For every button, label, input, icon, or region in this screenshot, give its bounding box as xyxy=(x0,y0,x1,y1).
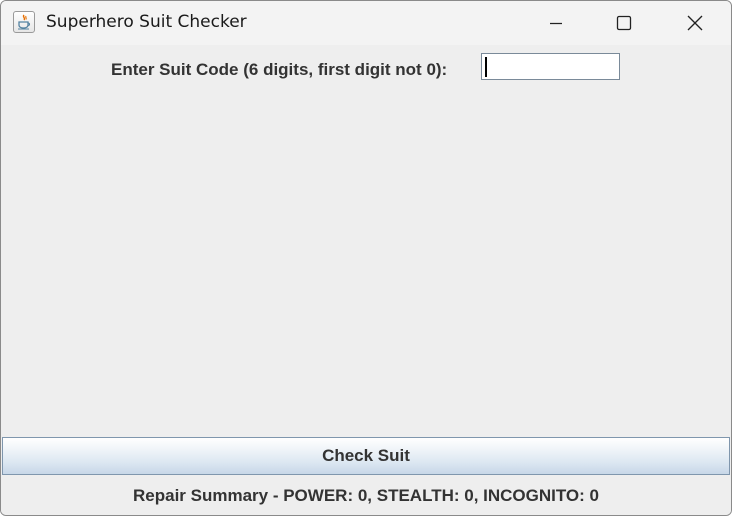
repair-summary: Repair Summary - POWER: 0, STEALTH: 0, I… xyxy=(133,486,599,505)
maximize-icon xyxy=(616,15,632,31)
title-bar[interactable]: Superhero Suit Checker xyxy=(1,1,731,45)
minimize-button[interactable] xyxy=(533,1,579,45)
suit-code-label: Enter Suit Code (6 digits, first digit n… xyxy=(111,60,448,79)
check-suit-button[interactable]: Check Suit xyxy=(2,437,730,475)
window-title: Superhero Suit Checker xyxy=(46,12,247,32)
close-icon xyxy=(687,15,703,31)
suit-code-input[interactable] xyxy=(481,53,620,80)
minimize-icon xyxy=(550,22,562,25)
close-button[interactable] xyxy=(672,1,718,45)
maximize-button[interactable] xyxy=(601,1,647,45)
content-panel: Enter Suit Code (6 digits, first digit n… xyxy=(1,45,731,515)
app-window: Superhero Suit Checker Enter Suit Code (… xyxy=(0,0,732,516)
java-cup-icon xyxy=(13,11,35,33)
text-caret xyxy=(485,57,487,77)
